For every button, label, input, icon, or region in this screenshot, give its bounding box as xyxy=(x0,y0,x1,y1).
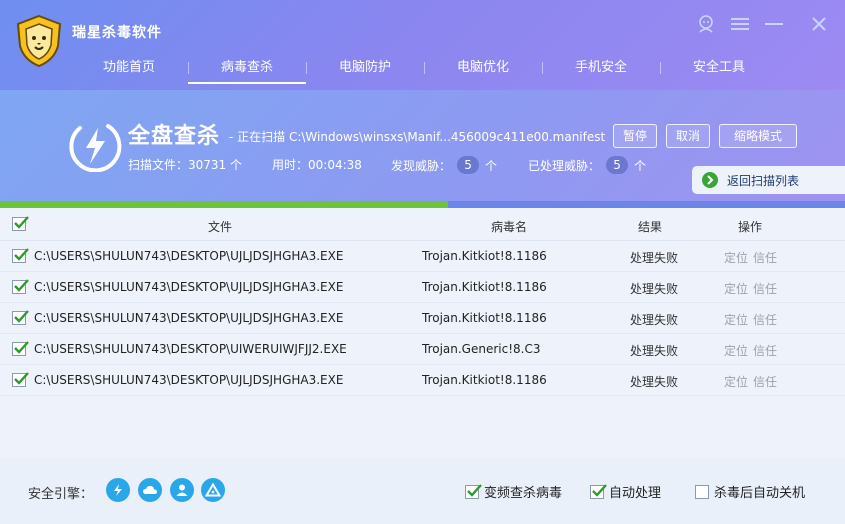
option-auto-shutdown-label: 杀毒后自动关机 xyxy=(714,486,806,501)
scan-status-panel: 全盘查杀 - 正在扫描 C:\Windows\winsxs\Manif...45… xyxy=(0,90,845,208)
option-auto-shutdown[interactable]: 杀毒后自动关机 xyxy=(695,482,805,501)
file-path: C:\USERS\SHULUN743\DESKTOP\UIWERUIWJFJJ2… xyxy=(34,342,347,356)
header-action: 操作 xyxy=(738,220,763,234)
cloud-icon[interactable] xyxy=(138,478,162,502)
lightning-icon[interactable] xyxy=(106,478,130,502)
row-checkbox[interactable] xyxy=(12,310,29,325)
engine-label: 安全引擎： xyxy=(28,487,94,502)
handled-unit: 个 xyxy=(634,158,647,173)
mini-mode-button[interactable]: 缩略模式 xyxy=(719,124,797,148)
menu-icon[interactable] xyxy=(728,12,752,36)
file-path: C:\USERS\SHULUN743\DESKTOP\UJLJDSJHGHA3.… xyxy=(34,373,344,387)
back-to-list-button[interactable]: 返回扫描列表 xyxy=(692,166,845,194)
back-to-list-label: 返回扫描列表 xyxy=(727,173,800,188)
option-auto-handle[interactable]: 自动处理 xyxy=(590,482,661,501)
pause-button[interactable]: 暂停 xyxy=(613,124,657,148)
threats-handled-label: 已处理威胁： xyxy=(528,158,601,173)
row-checkbox[interactable] xyxy=(12,248,29,263)
row-checkbox[interactable] xyxy=(12,372,29,387)
threats-found: 发现威胁： 5 个 xyxy=(391,156,497,174)
table-header: 文件 病毒名 结果 操作 xyxy=(0,208,845,241)
option-adaptive-scan-checkbox[interactable] xyxy=(465,483,482,499)
user-icon[interactable] xyxy=(170,478,194,502)
file-path: C:\USERS\SHULUN743\DESKTOP\UJLJDSJHGHA3.… xyxy=(34,280,344,294)
virus-name: Trojan.Kitkiot!8.1186 xyxy=(422,280,547,294)
tab-virus-scan[interactable]: 病毒查杀 xyxy=(188,52,306,84)
close-icon[interactable] xyxy=(807,12,831,36)
option-auto-handle-label: 自动处理 xyxy=(609,486,662,501)
triangle-icon[interactable] xyxy=(201,478,225,502)
handled-count-badge: 5 xyxy=(606,156,629,174)
result-status: 处理失败 xyxy=(630,313,679,327)
scan-progress-fill xyxy=(0,201,448,208)
trust-link[interactable]: 信任 xyxy=(753,311,777,328)
option-adaptive-scan-label: 变频查杀病毒 xyxy=(484,486,563,501)
table-row: C:\USERS\SHULUN743\DESKTOP\UIWERUIWJFJJ2… xyxy=(0,334,845,365)
locate-link[interactable]: 定位 xyxy=(724,311,748,328)
file-path: C:\USERS\SHULUN743\DESKTOP\UJLJDSJHGHA3.… xyxy=(34,249,344,263)
tab-protection[interactable]: 电脑防护 xyxy=(306,52,424,84)
scanned-files: 扫描文件：30731 个 xyxy=(128,158,242,172)
select-all-checkbox[interactable] xyxy=(12,216,29,231)
tab-tools[interactable]: 安全工具 xyxy=(660,52,778,84)
result-status: 处理失败 xyxy=(630,282,679,296)
virus-name: Trojan.Generic!8.C3 xyxy=(422,342,541,356)
result-status: 处理失败 xyxy=(630,344,679,358)
scan-current-path: - 正在扫描 C:\Windows\winsxs\Manif...456009c… xyxy=(229,130,606,144)
trust-link[interactable]: 信任 xyxy=(753,373,777,390)
result-status: 处理失败 xyxy=(630,375,679,389)
table-row: C:\USERS\SHULUN743\DESKTOP\UJLJDSJHGHA3.… xyxy=(0,303,845,334)
trust-link[interactable]: 信任 xyxy=(753,280,777,297)
trust-link[interactable]: 信任 xyxy=(753,342,777,359)
virus-name: Trojan.Kitkiot!8.1186 xyxy=(422,249,547,263)
threats-found-label: 发现威胁： xyxy=(391,158,452,173)
locate-link[interactable]: 定位 xyxy=(724,373,748,390)
virus-name: Trojan.Kitkiot!8.1186 xyxy=(422,373,547,387)
scan-title: 全盘查杀 xyxy=(128,124,221,149)
header-virus: 病毒名 xyxy=(491,220,528,234)
main-nav: 功能首页 病毒查杀 电脑防护 电脑优化 手机安全 安全工具 xyxy=(70,52,778,84)
table-row: C:\USERS\SHULUN743\DESKTOP\UJLJDSJHGHA3.… xyxy=(0,365,845,396)
locate-link[interactable]: 定位 xyxy=(724,342,748,359)
threat-table: 文件 病毒名 结果 操作 C:\USERS\SHULUN743\DESKTOP\… xyxy=(0,208,845,458)
threats-count-badge: 5 xyxy=(457,156,480,174)
elapsed-time: 用时：00:04:38 xyxy=(272,158,362,172)
result-status: 处理失败 xyxy=(630,251,679,265)
arrow-right-icon xyxy=(702,172,718,188)
locate-link[interactable]: 定位 xyxy=(724,280,748,297)
virus-name: Trojan.Kitkiot!8.1186 xyxy=(422,311,547,325)
locate-link[interactable]: 定位 xyxy=(724,249,748,266)
option-auto-handle-checkbox[interactable] xyxy=(590,483,607,499)
user-support-icon[interactable] xyxy=(694,12,718,36)
title-bar: 瑞星杀毒软件 功能首页 病毒查杀 电脑防护 电脑优化 手机安全 安全工具 xyxy=(0,0,845,90)
option-auto-shutdown-checkbox[interactable] xyxy=(695,484,709,499)
minimize-icon[interactable] xyxy=(762,12,786,36)
scan-progress-bar xyxy=(0,201,845,208)
table-row: C:\USERS\SHULUN743\DESKTOP\UJLJDSJHGHA3.… xyxy=(0,241,845,272)
cancel-button[interactable]: 取消 xyxy=(666,124,710,148)
row-checkbox[interactable] xyxy=(12,341,29,356)
header-file: 文件 xyxy=(208,220,233,234)
threats-handled: 已处理威胁： 5 个 xyxy=(528,156,646,174)
threats-unit: 个 xyxy=(485,158,498,173)
option-adaptive-scan[interactable]: 变频查杀病毒 xyxy=(465,482,562,501)
trust-link[interactable]: 信任 xyxy=(753,249,777,266)
lightning-scan-icon xyxy=(69,124,122,172)
file-path: C:\USERS\SHULUN743\DESKTOP\UJLJDSJHGHA3.… xyxy=(34,311,344,325)
row-checkbox[interactable] xyxy=(12,279,29,294)
tab-optimize[interactable]: 电脑优化 xyxy=(424,52,542,84)
footer-bar: 安全引擎： 变频查杀病毒 自动处理 杀毒后自动关机 xyxy=(0,458,845,524)
app-title: 瑞星杀毒软件 xyxy=(72,25,162,41)
table-row: C:\USERS\SHULUN743\DESKTOP\UJLJDSJHGHA3.… xyxy=(0,272,845,303)
tab-mobile[interactable]: 手机安全 xyxy=(542,52,660,84)
tab-home[interactable]: 功能首页 xyxy=(70,52,188,84)
lion-logo-icon xyxy=(16,14,62,68)
header-result: 结果 xyxy=(638,220,663,234)
